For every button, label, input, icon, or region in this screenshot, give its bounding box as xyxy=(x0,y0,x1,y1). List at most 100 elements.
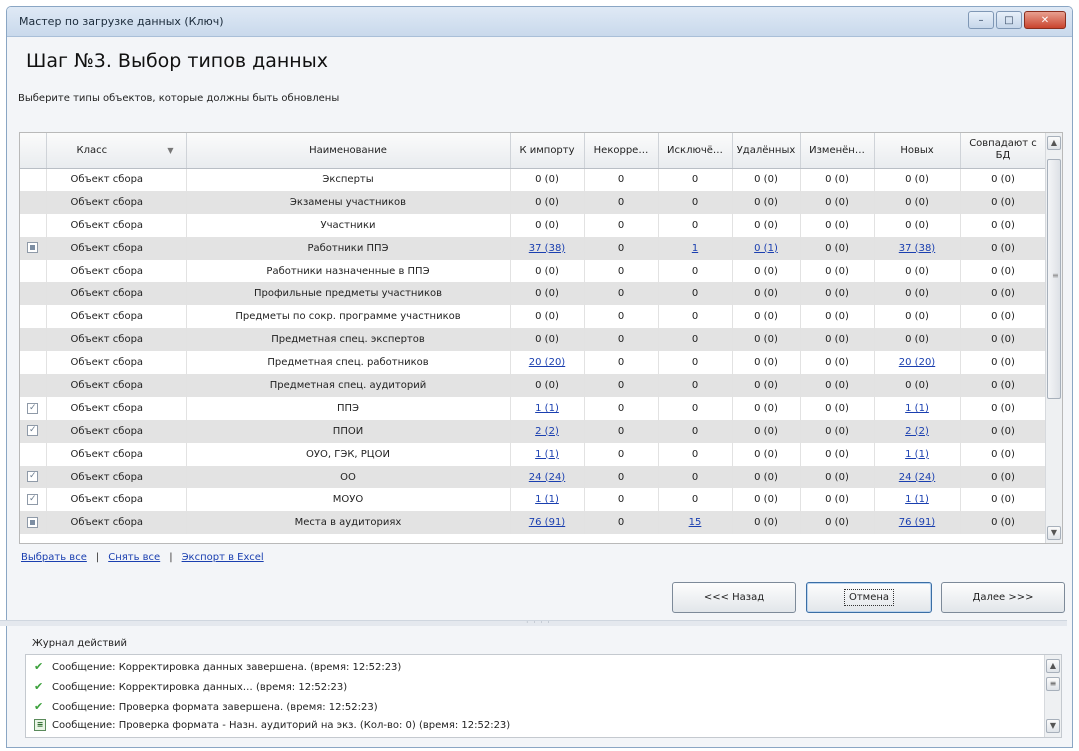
deleted-count-link[interactable]: 0 (1) xyxy=(754,243,778,254)
scrollbar-thumb[interactable]: ≡ xyxy=(1047,159,1061,399)
new-count-link[interactable]: 2 (2) xyxy=(905,426,929,437)
cancel-button[interactable]: Отмена xyxy=(806,582,932,613)
import-count-link[interactable]: 37 (38) xyxy=(529,243,565,254)
log-scroll-up-icon[interactable]: ▲ xyxy=(1046,659,1060,673)
cancel-button-label: Отмена xyxy=(843,589,895,606)
export-excel-link[interactable]: Экспорт в Excel xyxy=(182,552,264,563)
row-checkbox-cell[interactable] xyxy=(20,168,47,191)
table-row[interactable]: Объект сбора Предметная спец. аудиторий 0 … xyxy=(20,374,1047,397)
title-bar[interactable]: Мастер по загрузке данных (Ключ) – □ ✕ xyxy=(7,7,1072,37)
name-value: Экзамены участников xyxy=(289,196,407,208)
row-checkbox-cell[interactable]: ✓ xyxy=(20,465,47,489)
column-header-check[interactable] xyxy=(20,133,47,169)
changed-count-value: 0 (0) xyxy=(825,242,849,254)
column-header-import[interactable]: К импорту xyxy=(510,133,585,169)
row-checkbox-cell[interactable] xyxy=(20,442,47,466)
new-count-link[interactable]: 1 (1) xyxy=(905,449,929,460)
select-all-link[interactable]: Выбрать все xyxy=(21,552,87,563)
excluded-count-link[interactable]: 1 xyxy=(692,243,698,254)
import-count-link[interactable]: 1 (1) xyxy=(535,494,559,505)
new-count-link[interactable]: 1 (1) xyxy=(905,494,929,505)
new-count-link[interactable]: 1 (1) xyxy=(905,403,929,414)
incorrect-count-value: 0 xyxy=(617,288,625,300)
maximize-button[interactable]: □ xyxy=(996,11,1022,29)
check-icon: ✔ xyxy=(34,700,44,713)
column-header-new[interactable]: Новых xyxy=(874,133,961,169)
row-checkbox-cell[interactable] xyxy=(20,305,47,329)
row-checkbox-cell[interactable] xyxy=(20,190,47,214)
table-row[interactable]: ✓ Объект сбора ППЭ 1 (1) 0 0 0 (0) 0 (0) 1 (1) 0 … xyxy=(20,396,1047,420)
table-row[interactable]: Объект сбора Эксперты 0 (0) 0 0 0 (0) 0 (0) 0 (… xyxy=(20,168,1047,191)
table-row[interactable]: Объект сбора Предметы по сокр. программе … xyxy=(20,305,1047,329)
import-count-link[interactable]: 1 (1) xyxy=(535,403,559,414)
table-row[interactable]: Объект сбора Предметная спец. экспертов 0 … xyxy=(20,328,1047,352)
close-button[interactable]: ✕ xyxy=(1024,11,1066,29)
match-count-value: 0 (0) xyxy=(991,425,1015,437)
import-count-link[interactable]: 76 (91) xyxy=(529,517,565,528)
checkbox-checked-icon[interactable]: ✓ xyxy=(27,471,39,483)
deselect-all-link[interactable]: Снять все xyxy=(108,552,160,563)
table-row[interactable]: Объект сбора Места в аудиториях 76 (91) 0 15… xyxy=(20,511,1047,535)
row-checkbox-cell[interactable] xyxy=(20,236,47,260)
grid-scrollbar[interactable]: ▲ ≡ ▼ xyxy=(1045,133,1062,543)
partial-checkbox-icon[interactable] xyxy=(27,517,39,529)
incorrect-count-value: 0 xyxy=(617,471,625,483)
table-row[interactable]: ✓ Объект сбора ОО 24 (24) 0 0 0 (0) 0 (0) 24 (24… xyxy=(20,465,1047,489)
column-header-incorrect[interactable]: Некорре… xyxy=(584,133,659,169)
new-count-link[interactable]: 24 (24) xyxy=(899,472,935,483)
log-scroll-down-icon[interactable]: ▼ xyxy=(1046,719,1060,733)
row-checkbox-cell[interactable] xyxy=(20,351,47,375)
table-row[interactable]: Объект сбора Участники 0 (0) 0 0 0 (0) 0 (0) 0 … xyxy=(20,213,1047,237)
row-checkbox-cell[interactable] xyxy=(20,282,47,306)
log-scrollbar-thumb[interactable]: ≡ xyxy=(1046,677,1060,691)
table-row[interactable]: Объект сбора Экзамены участников 0 (0) 0 0 0 … xyxy=(20,190,1047,214)
next-button[interactable]: Далее >>> xyxy=(941,582,1065,613)
filter-dropdown-icon[interactable]: ▼ xyxy=(167,146,173,155)
table-row[interactable]: Объект сбора Профильные предметы участник… xyxy=(20,282,1047,306)
new-count-value: 0 (0) xyxy=(905,379,929,391)
column-header-changed[interactable]: Изменён… xyxy=(800,133,875,169)
new-count-link[interactable]: 76 (91) xyxy=(899,517,935,528)
row-checkbox-cell[interactable]: ✓ xyxy=(20,488,47,512)
column-header-excluded[interactable]: Исключё… xyxy=(658,133,733,169)
column-header-class[interactable]: Класс ▼ xyxy=(46,133,187,169)
new-count-link[interactable]: 20 (20) xyxy=(899,357,935,368)
changed-count-cell: 0 (0) xyxy=(800,374,875,397)
row-checkbox-cell[interactable] xyxy=(20,328,47,352)
row-checkbox-cell[interactable] xyxy=(20,511,47,535)
new-count-link[interactable]: 37 (38) xyxy=(899,243,935,254)
log-scrollbar[interactable]: ▲ ≡ ▼ xyxy=(1044,655,1061,737)
table-row[interactable]: Объект сбора Предметная спец. работников 2… xyxy=(20,351,1047,375)
scroll-down-icon[interactable]: ▼ xyxy=(1047,526,1061,540)
table-row[interactable]: Объект сбора Работники назначенные в ППЭ 0… xyxy=(20,259,1047,283)
import-count-link[interactable]: 2 (2) xyxy=(535,426,559,437)
column-header-match[interactable]: Совпадают с БД xyxy=(960,133,1047,169)
import-count-link[interactable]: 20 (20) xyxy=(529,357,565,368)
row-checkbox-cell[interactable]: ✓ xyxy=(20,419,47,443)
incorrect-count-cell: 0 xyxy=(584,396,659,420)
excluded-count-value: 0 xyxy=(691,425,699,437)
scroll-up-icon[interactable]: ▲ xyxy=(1047,136,1061,150)
import-count-link[interactable]: 1 (1) xyxy=(535,449,559,460)
incorrect-count-cell: 0 xyxy=(584,168,659,191)
row-checkbox-cell[interactable] xyxy=(20,259,47,283)
checkbox-checked-icon[interactable]: ✓ xyxy=(27,494,39,506)
row-checkbox-cell[interactable] xyxy=(20,374,47,397)
checkbox-checked-icon[interactable]: ✓ xyxy=(27,425,39,437)
checkbox-checked-icon[interactable]: ✓ xyxy=(27,402,39,414)
partial-checkbox-icon[interactable] xyxy=(27,242,39,254)
excluded-count-link[interactable]: 15 xyxy=(689,517,702,528)
column-header-name[interactable]: Наименование xyxy=(186,133,511,169)
row-checkbox-cell[interactable] xyxy=(20,213,47,237)
panel-splitter[interactable]: · · · · xyxy=(0,618,1067,627)
table-row[interactable]: Объект сбора ОУО, ГЭК, РЦОИ 1 (1) 0 0 0 (0) 0 … xyxy=(20,442,1047,466)
minimize-button[interactable]: – xyxy=(968,11,994,29)
back-button[interactable]: <<< Назад xyxy=(672,582,796,613)
import-count-link[interactable]: 24 (24) xyxy=(529,472,565,483)
row-checkbox-cell[interactable]: ✓ xyxy=(20,396,47,420)
table-row[interactable]: ✓ Объект сбора ППОИ 2 (2) 0 0 0 (0) 0 (0) 2 (2) 0… xyxy=(20,419,1047,443)
column-header-deleted[interactable]: Удалённых xyxy=(732,133,801,169)
table-row[interactable]: Объект сбора Работники ППЭ 37 (38) 0 1 0 (1) 0… xyxy=(20,236,1047,260)
link-separator: | xyxy=(169,552,173,563)
table-row[interactable]: ✓ Объект сбора МОУО 1 (1) 0 0 0 (0) 0 (0) 1 (1) 0… xyxy=(20,488,1047,512)
